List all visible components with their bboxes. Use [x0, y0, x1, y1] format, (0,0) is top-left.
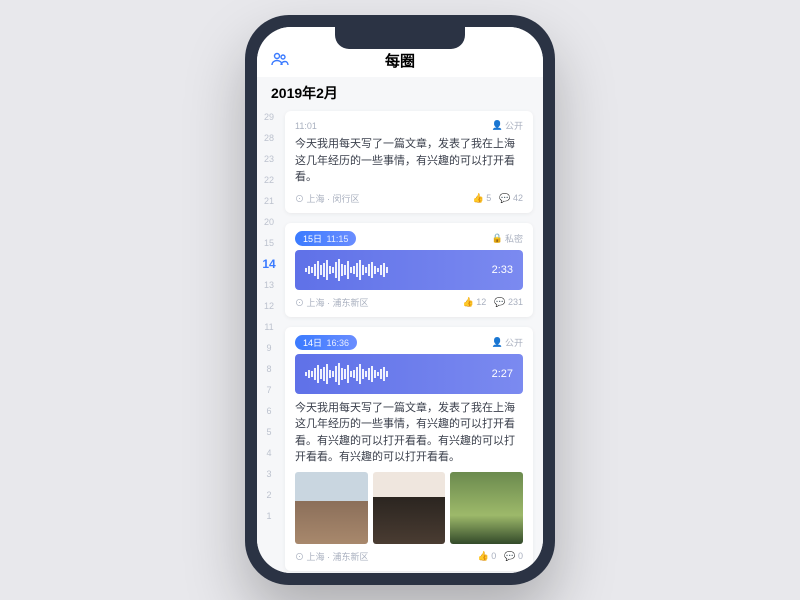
date-pill: 14日 16:36 — [295, 335, 357, 350]
audio-player[interactable]: 2:27 — [295, 354, 523, 394]
visibility-badge: 🔒 私密 — [492, 232, 523, 245]
post-text: 今天我用每天写了一篇文章，发表了我在上海这几年经历的一些事情，有兴趣的可以打开看… — [295, 400, 523, 466]
day-rail[interactable]: 2928232221201514131211987654321 — [257, 107, 281, 573]
post-image[interactable] — [295, 472, 368, 545]
post-image[interactable] — [373, 472, 446, 545]
day-rail-item[interactable]: 12 — [264, 296, 274, 317]
location-label: ⊙ 上海 · 闵行区 — [295, 192, 360, 205]
day-rail-item[interactable]: 13 — [264, 275, 274, 296]
day-rail-item[interactable]: 4 — [266, 443, 271, 464]
day-rail-item[interactable]: 15 — [264, 233, 274, 254]
day-rail-item[interactable]: 14 — [262, 254, 275, 275]
day-rail-item[interactable]: 5 — [266, 422, 271, 443]
visibility-badge: 👤 公开 — [492, 119, 523, 132]
comment-icon: 💬 — [504, 551, 515, 561]
pin-icon: ⊙ — [295, 298, 304, 308]
day-rail-item[interactable]: 29 — [264, 107, 274, 128]
people-icon[interactable] — [271, 52, 289, 71]
feed-content[interactable]: 2019年2月 2928232221201514131211987654321 … — [257, 77, 543, 573]
location-label: ⊙ 上海 · 浦东新区 — [295, 550, 369, 563]
day-rail-item[interactable]: 20 — [264, 212, 274, 233]
post-card[interactable]: 14日 16:36 👤 公开 2:27 今天我用每天写了一篇文章，发表了我在上海这几年… — [285, 327, 533, 572]
pin-icon: ⊙ — [295, 552, 304, 562]
waveform — [305, 362, 482, 386]
date-pill: 15日 11:15 — [295, 231, 356, 246]
thumb-up-icon: 👍 — [463, 297, 474, 307]
comment-button[interactable]: 💬 42 — [499, 193, 523, 204]
day-rail-item[interactable]: 3 — [266, 464, 271, 485]
comment-button[interactable]: 💬 231 — [494, 297, 523, 308]
comment-button[interactable]: 💬 0 — [504, 551, 523, 562]
waveform — [305, 258, 482, 282]
day-rail-item[interactable]: 8 — [266, 359, 271, 380]
day-rail-item[interactable]: 6 — [266, 401, 271, 422]
like-button[interactable]: 👍 5 — [473, 193, 492, 204]
post-meta: ⊙ 上海 · 闵行区 👍 5 💬 42 — [295, 192, 523, 205]
feed-list: 11:01👤 公开今天我用每天写了一篇文章，发表了我在上海这几年经历的一些事情，… — [281, 107, 543, 573]
location-label: ⊙ 上海 · 浦东新区 — [295, 296, 369, 309]
comment-icon: 💬 — [494, 297, 505, 307]
pin-icon: ⊙ — [295, 194, 304, 204]
day-rail-item[interactable]: 2 — [266, 485, 271, 506]
post-time: 11:01 — [295, 121, 317, 131]
day-rail-item[interactable]: 22 — [264, 170, 274, 191]
date-header: 2019年2月 — [257, 77, 543, 107]
post-meta: ⊙ 上海 · 浦东新区 👍 12 💬 231 — [295, 296, 523, 309]
day-rail-item[interactable]: 7 — [266, 380, 271, 401]
image-row — [295, 472, 523, 545]
day-rail-item[interactable]: 11 — [264, 317, 273, 338]
comment-icon: 💬 — [499, 193, 510, 203]
day-rail-item[interactable]: 21 — [264, 191, 274, 212]
post-image[interactable] — [450, 472, 523, 545]
visibility-badge: 👤 公开 — [492, 336, 523, 349]
audio-duration: 2:33 — [492, 264, 513, 276]
audio-duration: 2:27 — [492, 368, 513, 380]
thumb-up-icon: 👍 — [478, 551, 489, 561]
like-button[interactable]: 👍 0 — [478, 551, 497, 562]
day-rail-item[interactable]: 23 — [264, 149, 274, 170]
post-meta: ⊙ 上海 · 浦东新区 👍 0 💬 0 — [295, 550, 523, 563]
day-rail-item[interactable]: 28 — [264, 128, 274, 149]
thumb-up-icon: 👍 — [473, 193, 484, 203]
post-text: 今天我用每天写了一篇文章，发表了我在上海这几年经历的一些事情，有兴趣的可以打开看… — [295, 136, 523, 186]
day-rail-item[interactable]: 9 — [266, 338, 271, 359]
like-button[interactable]: 👍 12 — [463, 297, 487, 308]
audio-player[interactable]: 2:33 — [295, 250, 523, 290]
day-rail-item[interactable]: 1 — [266, 506, 271, 527]
post-card[interactable]: 11:01 👤 公开今天我用每天写了一篇文章，发表了我在上海这几年经历的一些事情，… — [285, 111, 533, 213]
post-card[interactable]: 15日 11:15 🔒 私密 2:33 ⊙ 上海 · 浦东新区 👍 12 💬 231 — [285, 223, 533, 317]
page-title: 每圈 — [385, 50, 415, 71]
